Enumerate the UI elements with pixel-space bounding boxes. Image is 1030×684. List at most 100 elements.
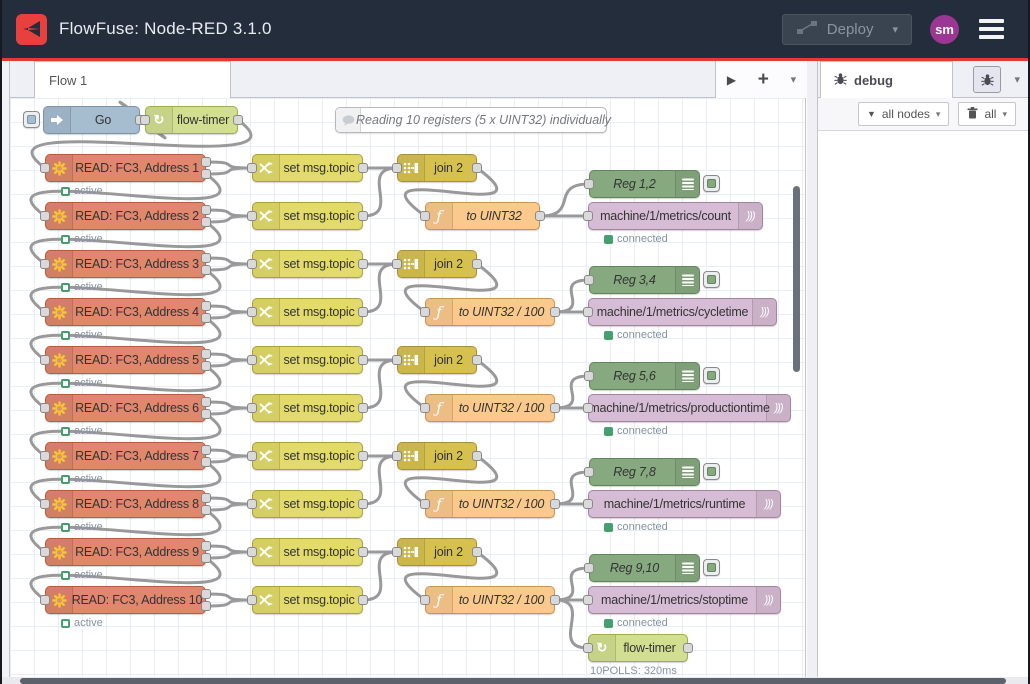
user-avatar[interactable]: sm <box>930 15 959 44</box>
tab-debug[interactable]: debug <box>820 61 953 98</box>
input-port[interactable] <box>247 595 257 605</box>
output-port-1[interactable] <box>201 589 211 599</box>
input-port[interactable] <box>40 259 50 269</box>
debug-sidebar-bug-button[interactable] <box>973 66 1001 93</box>
input-port[interactable] <box>40 499 50 509</box>
input-port[interactable] <box>247 499 257 509</box>
input-port[interactable] <box>247 307 257 317</box>
inject-trigger-button[interactable] <box>23 111 40 128</box>
flow-node-set9[interactable]: set msg.topic <box>252 538 363 566</box>
horizontal-scrollbar[interactable] <box>2 677 1028 684</box>
debug-toggle-button[interactable] <box>703 271 720 288</box>
output-port-2[interactable] <box>201 553 211 563</box>
flow-node-mqtt1[interactable]: )))machine/1/metrics/count <box>588 202 763 230</box>
wire[interactable] <box>363 456 397 504</box>
flow-node-set3[interactable]: set msg.topic <box>252 250 363 278</box>
output-port-2[interactable] <box>201 601 211 611</box>
flow-node-timer2[interactable]: ↻flow-timer <box>588 634 688 662</box>
wire[interactable] <box>206 408 252 414</box>
wire[interactable] <box>206 456 252 462</box>
wire[interactable] <box>540 184 589 216</box>
flow-node-reg4[interactable]: Reg 7,8 <box>589 458 700 486</box>
wire[interactable] <box>206 168 252 174</box>
output-port-2[interactable] <box>201 409 211 419</box>
wire[interactable] <box>206 360 252 366</box>
output-port[interactable] <box>550 595 560 605</box>
output-port[interactable] <box>358 211 368 221</box>
output-port[interactable] <box>358 307 368 317</box>
flow-node-mqtt5[interactable]: )))machine/1/metrics/stoptime <box>588 586 781 614</box>
wire[interactable] <box>206 552 252 558</box>
input-port[interactable] <box>420 499 430 509</box>
flow-node-set8[interactable]: set msg.topic <box>252 490 363 518</box>
input-port[interactable] <box>392 547 402 557</box>
input-port[interactable] <box>584 275 594 285</box>
wire[interactable] <box>206 600 252 606</box>
wire[interactable] <box>363 264 397 312</box>
input-port[interactable] <box>140 115 150 125</box>
flow-node-read10[interactable]: READ: FC3, Address 10 <box>45 586 206 614</box>
input-port[interactable] <box>420 403 430 413</box>
flow-node-inject1[interactable]: Go <box>43 106 140 134</box>
output-port-1[interactable] <box>201 301 211 311</box>
output-port-2[interactable] <box>201 265 211 275</box>
flow-node-read8[interactable]: READ: FC3, Address 8 <box>45 490 206 518</box>
flow-node-mqtt2[interactable]: )))machine/1/metrics/cycletime <box>588 298 777 326</box>
output-port[interactable] <box>535 211 545 221</box>
flow-node-set1[interactable]: set msg.topic <box>252 154 363 182</box>
output-port[interactable] <box>550 403 560 413</box>
output-port[interactable] <box>683 643 693 653</box>
flow-node-func5[interactable]: ƒto UINT32 / 100 <box>425 586 555 614</box>
flowfuse-logo-icon[interactable] <box>16 14 47 45</box>
flow-node-join1[interactable]: join 2 <box>397 154 477 182</box>
output-port-2[interactable] <box>201 457 211 467</box>
canvas-vertical-scrollbar[interactable] <box>793 186 800 372</box>
flow-node-read9[interactable]: READ: FC3, Address 9 <box>45 538 206 566</box>
output-port[interactable] <box>233 115 243 125</box>
input-port[interactable] <box>420 595 430 605</box>
debug-toggle-button[interactable] <box>703 175 720 192</box>
flow-node-join4[interactable]: join 2 <box>397 442 477 470</box>
main-menu-button[interactable] <box>977 17 1006 41</box>
input-port[interactable] <box>247 259 257 269</box>
input-port[interactable] <box>40 547 50 557</box>
output-port[interactable] <box>358 403 368 413</box>
flow-node-set4[interactable]: set msg.topic <box>252 298 363 326</box>
wire[interactable] <box>555 600 588 648</box>
flow-node-reg5[interactable]: Reg 9,10 <box>589 554 700 582</box>
flow-node-func1[interactable]: ƒto UINT32 <box>425 202 540 230</box>
output-port-2[interactable] <box>201 313 211 323</box>
input-port[interactable] <box>247 547 257 557</box>
wire[interactable] <box>363 360 397 408</box>
input-port[interactable] <box>583 307 593 317</box>
horizontal-scrollbar-thumb[interactable] <box>20 678 1006 684</box>
output-port-1[interactable] <box>201 397 211 407</box>
input-port[interactable] <box>247 403 257 413</box>
output-port[interactable] <box>358 595 368 605</box>
output-port-1[interactable] <box>201 157 211 167</box>
output-port-1[interactable] <box>201 541 211 551</box>
output-port-1[interactable] <box>201 493 211 503</box>
input-port[interactable] <box>247 355 257 365</box>
deploy-button[interactable]: Deploy ▾ <box>782 14 912 45</box>
input-port[interactable] <box>583 403 593 413</box>
flow-node-mqtt4[interactable]: )))machine/1/metrics/runtime <box>588 490 781 518</box>
input-port[interactable] <box>40 403 50 413</box>
output-port[interactable] <box>358 259 368 269</box>
input-port[interactable] <box>392 259 402 269</box>
flow-node-read1[interactable]: READ: FC3, Address 1 <box>45 154 206 182</box>
flow-node-comment[interactable]: Reading 10 registers (5 x UINT32) indivi… <box>335 107 607 133</box>
flow-node-func4[interactable]: ƒto UINT32 / 100 <box>425 490 555 518</box>
input-port[interactable] <box>40 451 50 461</box>
input-port[interactable] <box>420 211 430 221</box>
output-port[interactable] <box>472 547 482 557</box>
wire[interactable] <box>206 312 252 318</box>
wire[interactable] <box>206 504 252 510</box>
output-port[interactable] <box>550 499 560 509</box>
output-port[interactable] <box>358 163 368 173</box>
sidebar-menu-chevron-icon[interactable]: ▾ <box>1014 73 1020 86</box>
output-port[interactable] <box>358 547 368 557</box>
output-port[interactable] <box>550 307 560 317</box>
input-port[interactable] <box>583 211 593 221</box>
input-port[interactable] <box>40 163 50 173</box>
